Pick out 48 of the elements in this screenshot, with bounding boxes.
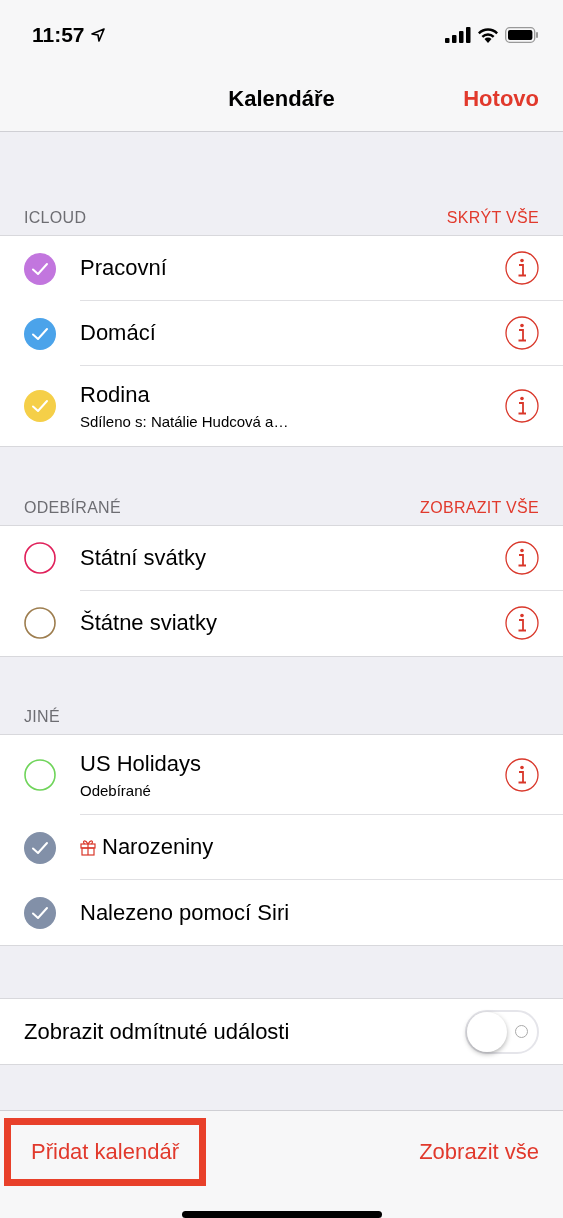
calendar-name: Rodina <box>80 382 150 409</box>
calendar-row[interactable]: Rodina Sdíleno s: Natálie Hudcová a… <box>0 366 563 447</box>
section-action-link[interactable]: ZOBRAZIT VŠE <box>420 498 539 517</box>
calendar-subtitle: Sdíleno s: Natálie Hudcová a… <box>80 413 290 431</box>
calendar-name: Štátne sviatky <box>80 610 217 637</box>
section-action-link[interactable]: SKRÝT VŠE <box>446 209 539 228</box>
signal-icon <box>445 27 471 43</box>
calendar-row[interactable]: Narozeniny <box>0 815 563 881</box>
calendar-name: Domácí <box>80 320 156 347</box>
done-button[interactable]: Hotovo <box>463 85 539 112</box>
nav-title: Kalendáře <box>228 85 335 112</box>
status-time: 11:57 <box>32 23 85 47</box>
checked-circle-icon[interactable] <box>24 390 56 423</box>
empty-circle-icon[interactable] <box>24 542 56 575</box>
info-icon[interactable] <box>505 606 539 641</box>
wifi-icon <box>477 27 499 43</box>
calendar-name: Nalezeno pomocí Siri <box>80 899 290 926</box>
calendar-row[interactable]: Štátne sviatky <box>0 590 563 656</box>
section-header: ICLOUD <box>24 209 87 228</box>
battery-icon <box>505 27 539 43</box>
calendar-subtitle: Odebírané <box>80 781 152 799</box>
location-arrow-icon <box>90 28 105 42</box>
info-icon[interactable] <box>505 316 539 351</box>
toggle-switch[interactable] <box>465 1009 539 1054</box>
checked-circle-icon[interactable] <box>24 252 56 285</box>
info-icon[interactable] <box>505 757 539 792</box>
calendar-row[interactable]: US Holidays Odebírané <box>0 735 563 816</box>
add-calendar-button[interactable]: Přidat kalendář <box>4 1118 206 1187</box>
checked-circle-icon[interactable] <box>24 317 56 350</box>
calendar-name: US Holidays <box>80 750 202 777</box>
calendar-name: Pracovní <box>80 255 167 282</box>
checked-circle-icon[interactable] <box>24 896 56 929</box>
empty-circle-icon[interactable] <box>24 607 56 640</box>
info-icon[interactable] <box>505 389 539 424</box>
section-header: JINÉ <box>24 708 60 727</box>
show-all-button[interactable]: Zobrazit vše <box>419 1139 539 1166</box>
calendar-row[interactable]: Domácí <box>0 301 563 367</box>
calendar-row[interactable]: Pracovní <box>0 236 563 302</box>
info-icon[interactable] <box>505 540 539 575</box>
calendar-row[interactable]: Státní svátky <box>0 525 563 591</box>
section-header: ODEBÍRANÉ <box>24 498 121 517</box>
info-icon[interactable] <box>505 251 539 286</box>
calendar-name: Narozeniny <box>102 834 214 861</box>
setting-label: Zobrazit odmítnuté události <box>24 1018 290 1045</box>
gift-icon <box>80 838 96 857</box>
calendar-name: Státní svátky <box>80 544 206 571</box>
calendar-row[interactable]: Nalezeno pomocí Siri <box>0 880 563 946</box>
checked-circle-icon[interactable] <box>24 831 56 864</box>
